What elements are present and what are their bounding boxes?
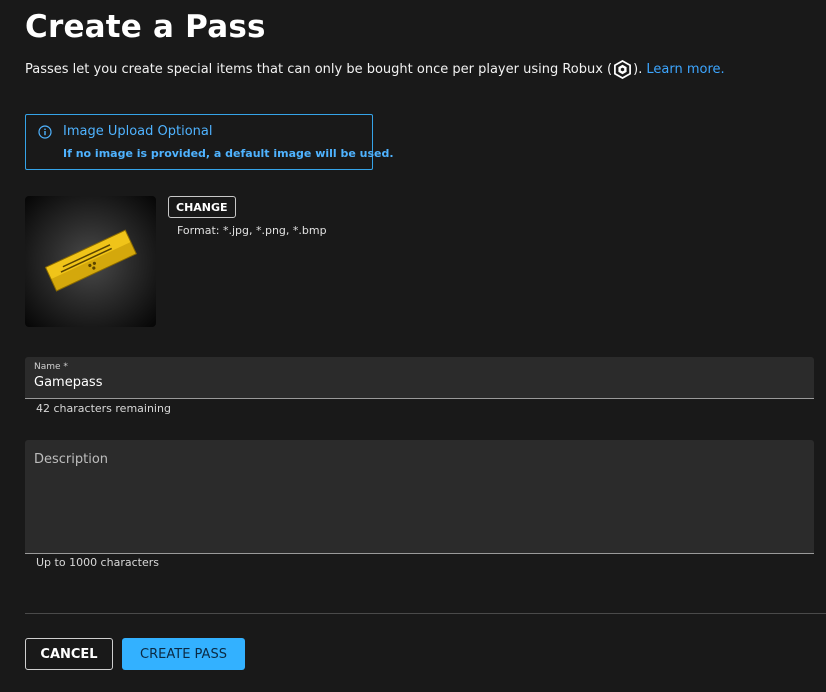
learn-more-link[interactable]: Learn more.	[646, 62, 724, 77]
name-input[interactable]	[34, 375, 794, 390]
page-title: Create a Pass	[25, 9, 266, 45]
name-label: Name *	[34, 362, 68, 372]
change-image-button[interactable]: CHANGE	[168, 196, 236, 218]
description-field[interactable]	[25, 440, 814, 554]
description-input[interactable]	[34, 452, 804, 544]
page-subtitle: Passes let you create special items that…	[25, 60, 725, 79]
alert-text: If no image is provided, a default image…	[63, 147, 394, 160]
create-pass-button[interactable]: CREATE PASS	[122, 638, 245, 670]
info-icon	[38, 125, 52, 139]
divider	[25, 613, 826, 614]
description-helper-text: Up to 1000 characters	[36, 556, 159, 569]
subtitle-text-end: ).	[633, 62, 643, 77]
name-field[interactable]: Name *	[25, 357, 814, 399]
image-format-text: Format: *.jpg, *.png, *.bmp	[177, 224, 327, 237]
pass-image-preview	[25, 196, 156, 327]
robux-icon	[614, 60, 632, 79]
subtitle-text: Passes let you create special items that…	[25, 62, 613, 77]
image-upload-alert: Image Upload Optional If no image is pro…	[25, 114, 394, 170]
name-helper-text: 42 characters remaining	[36, 402, 171, 415]
cancel-button[interactable]: CANCEL	[25, 638, 113, 670]
ticket-icon	[44, 229, 137, 292]
alert-title: Image Upload Optional	[63, 124, 213, 139]
